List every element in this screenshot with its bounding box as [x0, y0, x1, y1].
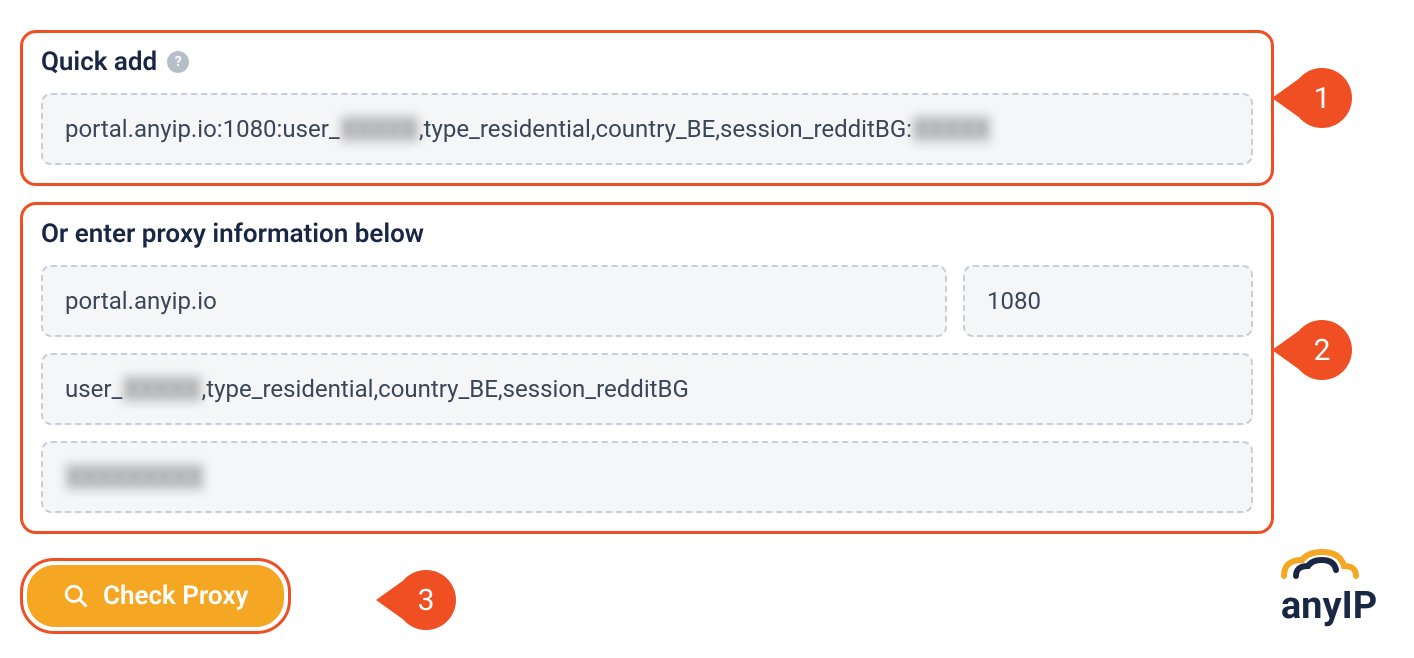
quick-add-panel: Quick add ? portal.anyip.io:1080:user_XX…	[20, 30, 1274, 186]
callout-3-number: 3	[418, 583, 435, 618]
manual-title: Or enter proxy information below	[41, 219, 1253, 249]
password-blur: XXXXXXXXX	[65, 463, 204, 491]
check-proxy-wrap: Check Proxy	[20, 558, 291, 634]
username-prefix: user_	[65, 375, 122, 403]
quick-add-blur2: XXXXX	[912, 115, 991, 143]
logo-icon	[1274, 546, 1384, 584]
callout-2: 2	[1292, 320, 1352, 380]
port-value: 1080	[987, 287, 1041, 315]
manual-proxy-panel: Or enter proxy information below portal.…	[20, 202, 1274, 534]
check-proxy-button[interactable]: Check Proxy	[27, 565, 284, 627]
anyip-logo: anyIP	[1274, 546, 1384, 628]
quick-add-title: Quick add	[41, 47, 157, 77]
username-row: user_XXXXX,type_residential,country_BE,s…	[41, 353, 1253, 425]
quick-add-blur1: XXXXX	[340, 115, 419, 143]
host-input[interactable]: portal.anyip.io	[41, 265, 947, 337]
quick-add-text-prefix: portal.anyip.io:1080:user_	[65, 115, 340, 143]
username-suffix: ,type_residential,country_BE,session_red…	[202, 375, 689, 403]
callout-1-number: 1	[1314, 81, 1331, 116]
search-icon	[63, 583, 89, 609]
host-value: portal.anyip.io	[65, 287, 217, 315]
username-blur: XXXXX	[122, 375, 201, 403]
callout-1: 1	[1292, 68, 1352, 128]
port-input[interactable]: 1080	[963, 265, 1253, 337]
check-proxy-label: Check Proxy	[103, 581, 248, 611]
username-input[interactable]: user_XXXXX,type_residential,country_BE,s…	[41, 353, 1253, 425]
host-port-row: portal.anyip.io 1080	[41, 265, 1253, 337]
callout-2-number: 2	[1314, 333, 1331, 368]
password-input[interactable]: XXXXXXXXX	[41, 441, 1253, 513]
logo-text: anyIP	[1281, 584, 1377, 628]
quick-add-text-middle: ,type_residential,country_BE,session_red…	[419, 115, 912, 143]
quick-add-input[interactable]: portal.anyip.io:1080:user_XXXXX,type_res…	[41, 93, 1253, 165]
password-row: XXXXXXXXX	[41, 441, 1253, 513]
callout-3: 3	[396, 570, 456, 630]
quick-add-title-row: Quick add ?	[41, 47, 1253, 77]
help-icon[interactable]: ?	[167, 51, 189, 73]
